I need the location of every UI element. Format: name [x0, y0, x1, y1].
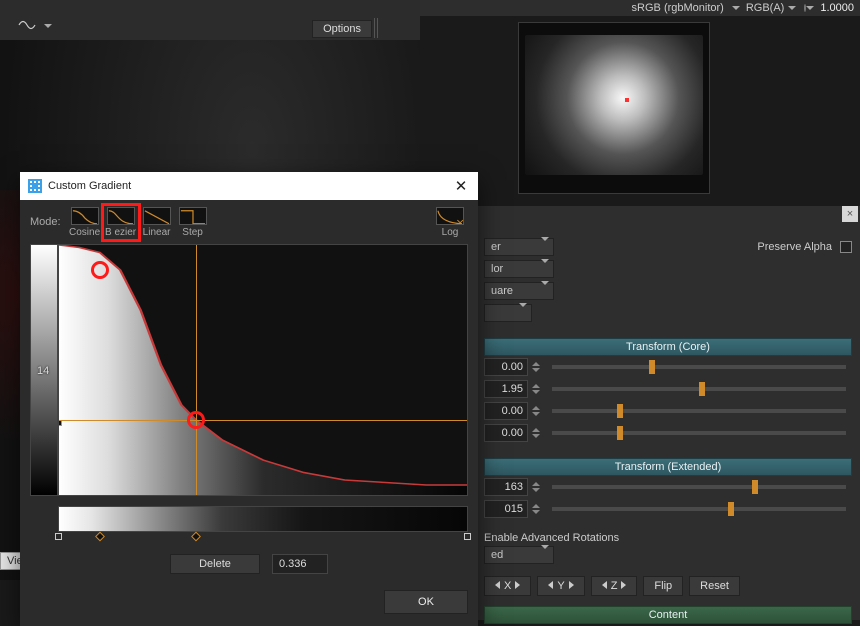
- ext-slider-0-value[interactable]: 163: [484, 478, 528, 496]
- close-icon[interactable]: ✕: [452, 177, 470, 195]
- core-slider-2-value[interactable]: 0.00: [484, 402, 528, 420]
- preserve-alpha-checkbox[interactable]: [840, 241, 852, 253]
- core-slider-3: 0.00: [484, 422, 852, 444]
- core-slider-1: 1.95: [484, 378, 852, 400]
- app-icon: [28, 179, 42, 193]
- ext-slider-1: 015: [484, 498, 852, 520]
- ext-slider-1-slider[interactable]: [552, 507, 846, 511]
- gradient-preview[interactable]: [58, 506, 468, 532]
- ext-slider-1-spinner[interactable]: [532, 504, 542, 514]
- rotation-mode-dropdown[interactable]: ed: [484, 546, 554, 564]
- dialog-actions: Delete 0.336: [20, 532, 478, 582]
- curve-fill: [59, 245, 467, 495]
- globe-dropdown[interactable]: [802, 2, 814, 14]
- core-slider-1-value[interactable]: 1.95: [484, 380, 528, 398]
- secondary-bar: Options: [0, 0, 420, 40]
- ok-button[interactable]: OK: [384, 590, 468, 614]
- crosshair-vertical: [196, 245, 197, 495]
- mode-bezier-button[interactable]: B ezier: [103, 205, 139, 240]
- blend-dropdown[interactable]: er: [484, 238, 554, 256]
- mode-bezier-label: B ezier: [105, 227, 136, 238]
- core-slider-2-spinner[interactable]: [532, 406, 542, 416]
- properties-panel: × er Preserve Alpha lor uare Transform (…: [476, 206, 860, 620]
- ext-slider-1-value[interactable]: 015: [484, 500, 528, 518]
- reset-button[interactable]: Reset: [689, 576, 740, 596]
- x-axis-button[interactable]: X: [484, 576, 531, 596]
- gradient-end-left[interactable]: [55, 533, 62, 540]
- color-dropdown[interactable]: lor: [484, 260, 554, 278]
- advanced-rotations-label: Enable Advanced Rotations: [484, 532, 852, 544]
- core-slider-0: 0.00: [484, 356, 852, 378]
- dialog-titlebar[interactable]: Custom Gradient ✕: [20, 172, 478, 200]
- panel-close-icon[interactable]: ×: [842, 206, 858, 222]
- value-gradient-strip[interactable]: 14: [30, 244, 58, 496]
- flip-button[interactable]: Flip: [643, 576, 683, 596]
- core-slider-2: 0.00: [484, 400, 852, 422]
- gradient-end-right[interactable]: [464, 533, 471, 540]
- opacity-value[interactable]: 1.0000: [820, 2, 854, 14]
- ext-slider-0-slider[interactable]: [552, 485, 846, 489]
- dialog-title: Custom Gradient: [48, 180, 131, 192]
- transform-core-header[interactable]: Transform (Core): [484, 338, 852, 356]
- preview-crosshair: [625, 98, 629, 102]
- mode-row: Mode: Cosine B ezier Linear Step Log: [20, 200, 478, 244]
- preserve-alpha-label: Preserve Alpha: [757, 241, 832, 253]
- ext-slider-0-spinner[interactable]: [532, 482, 542, 492]
- curve-editor[interactable]: 14: [30, 244, 468, 496]
- stop-value-input[interactable]: 0.336: [272, 554, 328, 574]
- axis-buttons: X Y Z Flip Reset: [484, 576, 852, 596]
- curve-canvas[interactable]: [58, 244, 468, 496]
- transform-extended-header[interactable]: Transform (Extended): [484, 458, 852, 476]
- core-slider-3-slider[interactable]: [552, 431, 846, 435]
- core-slider-1-spinner[interactable]: [532, 384, 542, 394]
- preview-image: [525, 35, 703, 175]
- mode-linear-button[interactable]: Linear: [139, 205, 175, 240]
- mode-cosine-button[interactable]: Cosine: [67, 205, 103, 240]
- crosshair-horizontal: [59, 420, 467, 421]
- mode-log-label: Log: [442, 227, 459, 238]
- y-axis-button[interactable]: Y: [537, 576, 584, 596]
- mode-linear-label: Linear: [143, 227, 171, 238]
- core-slider-1-slider[interactable]: [552, 387, 846, 391]
- shape-dropdown[interactable]: uare: [484, 282, 554, 300]
- core-slider-3-value[interactable]: 0.00: [484, 424, 528, 442]
- mode-log-button[interactable]: Log: [432, 205, 468, 240]
- panel-grip[interactable]: [374, 18, 380, 38]
- ext-slider-0: 163: [484, 476, 852, 498]
- curve-tool-dropdown[interactable]: [40, 20, 52, 32]
- control-point-marker[interactable]: [91, 261, 109, 279]
- axis-tick-left[interactable]: [58, 420, 62, 426]
- core-slider-0-slider[interactable]: [552, 365, 846, 369]
- mode-step-button[interactable]: Step: [175, 205, 211, 240]
- core-slider-0-value[interactable]: 0.00: [484, 358, 528, 376]
- core-slider-2-slider[interactable]: [552, 409, 846, 413]
- mode-cosine-label: Cosine: [69, 227, 100, 238]
- z-axis-button[interactable]: Z: [591, 576, 638, 596]
- content-header[interactable]: Content: [484, 606, 852, 624]
- render-preview[interactable]: [518, 22, 710, 194]
- core-slider-3-spinner[interactable]: [532, 428, 542, 438]
- mode-label: Mode:: [30, 216, 61, 228]
- options-button[interactable]: Options: [312, 20, 372, 38]
- extra-dropdown[interactable]: [484, 304, 532, 322]
- control-point-marker[interactable]: [187, 411, 205, 429]
- value-strip-label: 14: [37, 365, 49, 377]
- core-slider-0-spinner[interactable]: [532, 362, 542, 372]
- custom-gradient-dialog: Custom Gradient ✕ Mode: Cosine B ezier L…: [20, 172, 478, 626]
- curve-tool-icon[interactable]: [18, 18, 36, 32]
- color-profile-dropdown[interactable]: sRGB (rgbMonitor): [632, 2, 740, 14]
- delete-button[interactable]: Delete: [170, 554, 260, 574]
- channels-dropdown[interactable]: RGB(A): [746, 2, 797, 14]
- mode-step-label: Step: [182, 227, 203, 238]
